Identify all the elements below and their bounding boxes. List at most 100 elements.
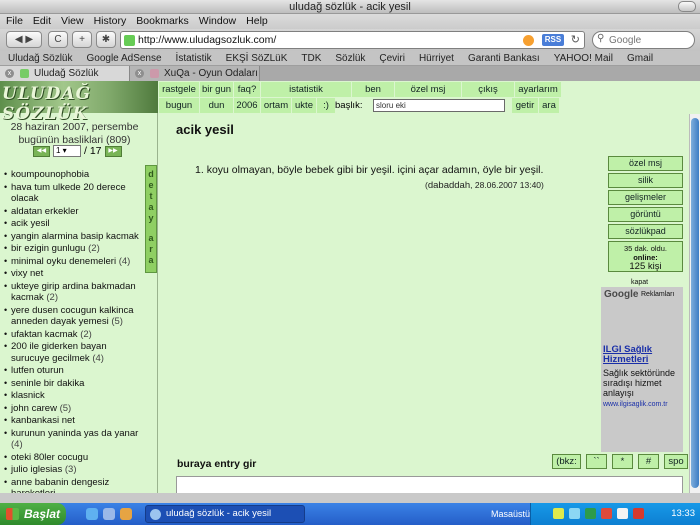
- topic-item[interactable]: hava tum ulkede 20 derece olacak: [4, 182, 144, 205]
- ad-title-link[interactable]: ILGI Sağlık Hizmetleri: [603, 345, 681, 365]
- topic-item[interactable]: bir ezigin gunlugu (2): [4, 243, 144, 255]
- topic-title-link[interactable]: seninle bir dakika: [11, 378, 84, 389]
- desktop-label[interactable]: Masaüstü: [491, 503, 530, 525]
- nav-ozel-msj[interactable]: özel msj: [395, 82, 461, 97]
- add-bookmark-button[interactable]: +: [72, 31, 92, 48]
- main-scrollbar[interactable]: [689, 114, 700, 493]
- bookmark-item[interactable]: Uludağ Sözlük: [8, 51, 72, 65]
- topic-title-link[interactable]: bir ezigin gunlugu: [11, 243, 85, 254]
- topic-title-link[interactable]: kurunun yaninda yas da yanar: [11, 428, 138, 439]
- hash-button[interactable]: #: [638, 454, 659, 469]
- menu-history[interactable]: History: [94, 14, 127, 29]
- topic-item[interactable]: julio iglesias (3): [4, 464, 144, 476]
- ara-button[interactable]: ara: [539, 98, 559, 113]
- bookmark-item[interactable]: EKŞİ SöZLüK: [226, 51, 288, 65]
- topic-title-link[interactable]: aldatan erkekler: [11, 206, 79, 217]
- main-scroll-thumb[interactable]: [691, 118, 699, 488]
- entry-textarea[interactable]: [176, 476, 683, 493]
- close-tab-icon[interactable]: x: [5, 69, 14, 78]
- topic-title-link[interactable]: klasnick: [11, 390, 45, 401]
- nav-faq[interactable]: faq?: [234, 82, 260, 97]
- topic-item[interactable]: kanbankasi net: [4, 415, 144, 427]
- topic-item[interactable]: 200 ile giderken bayan surucuye gecilmek…: [4, 341, 144, 364]
- nav-ortam[interactable]: ortam: [261, 98, 291, 113]
- address-reload-icon[interactable]: ↻: [571, 33, 580, 46]
- bookmark-item[interactable]: TDK: [301, 51, 321, 65]
- close-tab-icon[interactable]: x: [135, 69, 144, 78]
- topic-title-link[interactable]: ukteye girip ardina bakmadan kacmak: [11, 281, 136, 304]
- tab-uludag[interactable]: x Uludağ Sözlük: [0, 66, 130, 81]
- shield-icon[interactable]: [601, 508, 612, 519]
- page-select[interactable]: 1 ▾: [53, 145, 81, 157]
- back-forward-button[interactable]: ◀ ▶: [6, 31, 42, 48]
- topic-item[interactable]: seninle bir dakika: [4, 378, 144, 390]
- nav-rastgele[interactable]: rastgele: [159, 82, 199, 97]
- topic-title-link[interactable]: vixy net: [11, 268, 43, 279]
- topic-item[interactable]: koumpounophobia: [4, 169, 144, 181]
- menu-help[interactable]: Help: [246, 14, 268, 29]
- topic-item[interactable]: lutfen oturun: [4, 365, 144, 377]
- topic-title-link[interactable]: anne babanin dengesiz hareketleri: [11, 477, 109, 494]
- nav-smiley[interactable]: :): [317, 98, 335, 113]
- entry-date[interactable]: , 28.06.2007 13:40): [470, 180, 544, 190]
- topic-title-link[interactable]: julio iglesias: [11, 464, 62, 475]
- topic-item[interactable]: ufaktan kacmak (2): [4, 329, 144, 341]
- network-icon[interactable]: [553, 508, 564, 519]
- nav-ukte[interactable]: ukte: [292, 98, 316, 113]
- silik-button[interactable]: silik: [608, 173, 683, 188]
- bug-icon[interactable]: ✱: [96, 31, 116, 48]
- ozel-msj-button[interactable]: özel msj: [608, 156, 683, 171]
- bookmark-item[interactable]: Çeviri: [379, 51, 405, 65]
- nav-bir-gun[interactable]: bir gun: [200, 82, 233, 97]
- nav-ayarlarim[interactable]: ayarlarım: [515, 82, 561, 97]
- topic-title[interactable]: acik yesil: [176, 122, 234, 137]
- nav-istatistik[interactable]: istatistik: [261, 82, 351, 97]
- reload-button[interactable]: C: [48, 31, 68, 48]
- window-menu-button[interactable]: [678, 1, 696, 12]
- topic-item[interactable]: kurunun yaninda yas da yanar (4): [4, 428, 144, 451]
- getir-button[interactable]: getir: [512, 98, 538, 113]
- detay-ara-tab[interactable]: d e t a y a r a: [145, 165, 157, 273]
- ad-close-link[interactable]: kapat: [631, 279, 648, 286]
- topic-title-link[interactable]: john carew: [11, 403, 57, 414]
- menu-edit[interactable]: Edit: [33, 14, 51, 29]
- menu-bookmarks[interactable]: Bookmarks: [136, 14, 189, 29]
- media-player-icon[interactable]: [120, 508, 132, 520]
- search-box[interactable]: ⚲: [592, 31, 695, 49]
- bookmark-item[interactable]: YAHOO! Mail: [554, 51, 613, 65]
- show-desktop-icon[interactable]: [103, 508, 115, 520]
- entry-author-link[interactable]: dabaddah: [428, 180, 470, 191]
- topic-item[interactable]: minimal oyku denemeleri (4): [4, 256, 144, 268]
- topic-title-link[interactable]: oteki 80ler cocugu: [11, 452, 88, 463]
- nav-2006[interactable]: 2006: [234, 98, 260, 113]
- search-input[interactable]: [609, 33, 691, 47]
- topic-item[interactable]: anne babanin dengesiz hareketleri: [4, 477, 144, 494]
- bkz-button[interactable]: (bkz:: [552, 454, 581, 469]
- taskbar-window-button[interactable]: uludağ sözlük - acik yesil: [145, 505, 305, 523]
- topic-title-link[interactable]: lutfen oturun: [11, 365, 64, 376]
- bookmark-item[interactable]: Garanti Bankası: [468, 51, 540, 65]
- nav-dun[interactable]: dun: [200, 98, 233, 113]
- url-text[interactable]: http://www.uludagsozluk.com/: [138, 32, 276, 48]
- star-button[interactable]: *: [612, 454, 633, 469]
- bookmark-item[interactable]: Hürriyet: [419, 51, 454, 65]
- nav-bugun[interactable]: bugun: [159, 98, 199, 113]
- nav-ben[interactable]: ben: [352, 82, 394, 97]
- topic-title-link[interactable]: hava tum ulkede 20 derece olacak: [11, 182, 126, 205]
- snapback-icon[interactable]: [523, 35, 534, 46]
- antivirus-icon[interactable]: [585, 508, 596, 519]
- ad-url[interactable]: www.ilgisaglik.com.tr: [603, 401, 668, 408]
- opera-icon[interactable]: [633, 508, 644, 519]
- topic-title-link[interactable]: minimal oyku denemeleri: [11, 256, 116, 267]
- topic-title-link[interactable]: ufaktan kacmak: [11, 329, 78, 340]
- topic-item[interactable]: oteki 80ler cocugu: [4, 452, 144, 464]
- rss-badge[interactable]: RSS: [542, 34, 564, 46]
- topic-item[interactable]: yere dusen cocugun kalkinca anneden daya…: [4, 305, 144, 328]
- address-bar[interactable]: http://www.uludagsozluk.com/ RSS ↻: [120, 31, 585, 49]
- backtick-button[interactable]: ``: [586, 454, 607, 469]
- topic-item[interactable]: klasnick: [4, 390, 144, 402]
- topic-item[interactable]: acik yesil: [4, 218, 144, 230]
- topic-title-link[interactable]: koumpounophobia: [11, 169, 89, 180]
- bookmark-item[interactable]: İstatistik: [176, 51, 212, 65]
- ie-icon[interactable]: [86, 508, 98, 520]
